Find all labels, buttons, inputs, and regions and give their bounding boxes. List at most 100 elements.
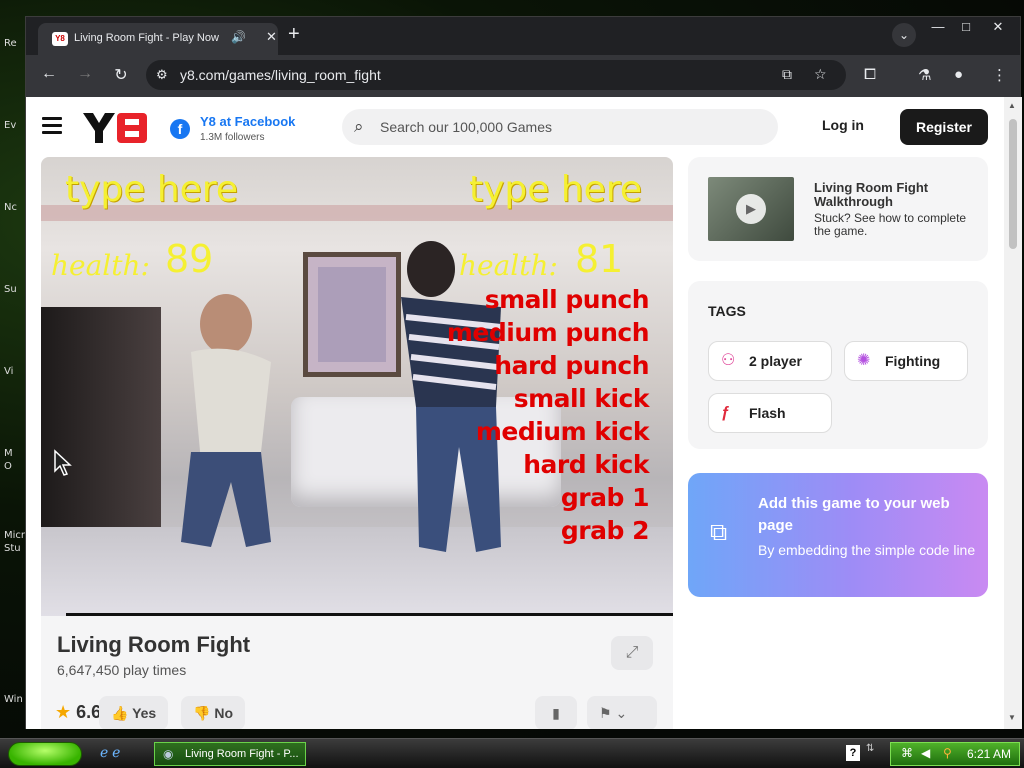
bookmark-star-icon[interactable]: ☆ xyxy=(814,66,827,83)
desktop-icon-label[interactable]: O xyxy=(4,461,12,472)
volume-icon[interactable]: ◀ xyxy=(921,746,930,760)
maximize-icon[interactable]: □ xyxy=(952,19,980,34)
page-scrollbar[interactable]: ▲ ▼ xyxy=(1004,97,1022,729)
move-button[interactable]: hard kick xyxy=(447,448,649,481)
dislike-button[interactable]: 👎 No xyxy=(181,696,245,729)
player2-health-value: 81 xyxy=(575,237,624,281)
player2-health-label: health: xyxy=(459,249,558,282)
like-button[interactable]: 👍 Yes xyxy=(99,696,169,729)
desktop-icon-label[interactable]: M xyxy=(4,448,13,459)
browser-window: Y8 Living Room Fight - Play Now 🔊 ✕ + ⌄ … xyxy=(25,16,1022,729)
hamburger-menu-icon[interactable] xyxy=(42,117,62,134)
taskbar-item-label: Living Room Fight - P... xyxy=(185,748,299,760)
forward-icon[interactable]: → xyxy=(74,65,96,83)
search-tray-icon[interactable]: ⚲ xyxy=(943,746,952,760)
scroll-down-icon[interactable]: ▼ xyxy=(1008,713,1016,722)
search-box: ⌕ xyxy=(342,109,778,145)
facebook-followers: 1.3M followers xyxy=(200,132,265,143)
fighting-icon: ✺ xyxy=(857,352,871,369)
move-button[interactable]: small kick xyxy=(447,382,650,415)
y8-logo[interactable] xyxy=(81,111,151,145)
tab-search-icon[interactable]: ⌄ xyxy=(892,23,916,47)
player1-health-value: 89 xyxy=(165,237,214,281)
desktop-icon-label[interactable]: Ev xyxy=(4,120,16,131)
browser-tab[interactable]: Y8 Living Room Fight - Play Now 🔊 ✕ xyxy=(38,23,278,55)
register-button[interactable]: Register xyxy=(900,109,988,145)
tag-label: Flash xyxy=(749,405,786,421)
desktop-icon-label[interactable]: Win xyxy=(4,694,23,705)
bookmark-icon[interactable]: ▮ xyxy=(535,696,577,729)
move-button[interactable]: hard punch xyxy=(447,349,649,382)
report-button[interactable]: ⚑ ⌄ xyxy=(587,696,657,729)
tag-2-player[interactable]: ⚇ 2 player xyxy=(708,341,832,381)
embed-card[interactable]: ⧉ Add this game to your web page By embe… xyxy=(688,473,988,597)
login-button[interactable]: Log in xyxy=(822,117,864,133)
rating-value: 6.6 xyxy=(76,702,102,722)
desktop-icon-label[interactable]: Su xyxy=(4,284,17,295)
move-button[interactable]: grab 2 xyxy=(447,514,650,547)
move-list: small punch medium punch hard punch smal… xyxy=(447,283,650,547)
embed-title: Add this game to your web page xyxy=(758,495,950,534)
site-info-icon[interactable]: ⚙ xyxy=(156,67,168,83)
move-button[interactable]: medium punch xyxy=(447,316,650,349)
search-icon[interactable]: ⌕ xyxy=(354,117,364,137)
desktop-icon-label[interactable]: Vi xyxy=(4,366,13,377)
scroll-up-icon[interactable]: ▲ xyxy=(1008,101,1016,110)
minimize-icon[interactable]: — xyxy=(924,19,952,34)
help-icon[interactable]: ? xyxy=(846,745,860,761)
tag-fighting[interactable]: ✺ Fighting xyxy=(844,341,968,381)
game-canvas[interactable]: type here type here health: 89 health: 8… xyxy=(41,157,673,616)
move-button[interactable]: grab 1 xyxy=(447,481,650,514)
star-icon: ★ xyxy=(55,702,72,722)
player1-name-input[interactable]: type here xyxy=(65,169,238,210)
desktop-icon-label[interactable]: Re xyxy=(4,38,17,49)
network-icon[interactable]: ⌘ xyxy=(901,746,913,760)
extensions-icon[interactable]: ⧠ xyxy=(864,66,876,83)
clock[interactable]: 6:21 AM xyxy=(967,747,1011,761)
ie-quicklaunch-icon[interactable]: ℯ ℯ xyxy=(100,744,120,761)
walkthrough-card[interactable]: ▶ Living Room Fight Walkthrough Stuck? S… xyxy=(688,157,988,261)
tab-close-icon[interactable]: ✕ xyxy=(266,29,277,45)
player2-name-input[interactable]: type here xyxy=(469,169,642,210)
move-button[interactable]: medium kick xyxy=(447,415,650,448)
scrollbar-thumb[interactable] xyxy=(1009,119,1017,249)
new-tab-button[interactable]: + xyxy=(288,23,300,46)
profile-icon[interactable]: ● xyxy=(954,66,963,83)
speaker-icon[interactable]: 🔊 xyxy=(231,30,246,44)
desktop-icon-label[interactable]: Stu xyxy=(4,543,21,554)
dislike-label: No xyxy=(214,705,233,721)
url-text[interactable]: y8.com/games/living_room_fight xyxy=(180,67,381,83)
tab-title: Living Room Fight - Play Now xyxy=(74,32,219,44)
fullscreen-icon[interactable]: ⤢ xyxy=(611,636,653,670)
dark-furniture xyxy=(41,307,161,537)
two-player-icon: ⚇ xyxy=(721,352,736,369)
taskbar-item[interactable]: ◉ Living Room Fight - P... xyxy=(154,742,306,766)
walkthrough-title: Living Room Fight Walkthrough xyxy=(814,180,929,209)
search-input[interactable] xyxy=(380,113,760,141)
facebook-name: Y8 at Facebook xyxy=(200,114,296,129)
reload-icon[interactable]: ↻ xyxy=(110,65,132,85)
close-window-icon[interactable]: ✕ xyxy=(984,19,1012,35)
flag-icon: ⚑ xyxy=(599,705,612,721)
cast-icon[interactable]: ⧉ xyxy=(782,66,792,83)
menu-kebab-icon[interactable]: ⋮ xyxy=(992,66,1007,84)
desktop-icon-label[interactable]: Nc xyxy=(4,202,17,213)
start-button[interactable] xyxy=(8,742,82,766)
facebook-icon: f xyxy=(170,119,190,139)
tray-arrows-icon[interactable]: ⇅ xyxy=(866,743,874,754)
tag-label: 2 player xyxy=(749,353,802,369)
thumbs-down-icon: 👎 xyxy=(193,705,211,721)
labs-icon[interactable]: ⚗ xyxy=(918,66,931,84)
move-button[interactable]: small punch xyxy=(447,283,650,316)
tab-strip: Y8 Living Room Fight - Play Now 🔊 ✕ + ⌄ … xyxy=(26,17,1020,55)
tag-flash[interactable]: ƒ Flash xyxy=(708,393,832,433)
fighter-left xyxy=(181,294,271,547)
facebook-link[interactable]: f Y8 at Facebook 1.3M followers xyxy=(170,111,310,145)
player1-health-label: health: xyxy=(51,249,150,282)
taskbar: ℯ ℯ ◉ Living Room Fight - P... ? ⇅ ⌘ ◀ ⚲… xyxy=(0,738,1024,768)
walkthrough-description: Stuck? See how to complete the game. xyxy=(814,211,967,238)
address-bar[interactable]: ⚙ y8.com/games/living_room_fight ⧉ ☆ xyxy=(146,60,846,90)
tags-header: TAGS xyxy=(708,303,746,319)
back-icon[interactable]: ← xyxy=(38,65,60,83)
thumbs-up-icon: 👍 xyxy=(111,705,129,721)
